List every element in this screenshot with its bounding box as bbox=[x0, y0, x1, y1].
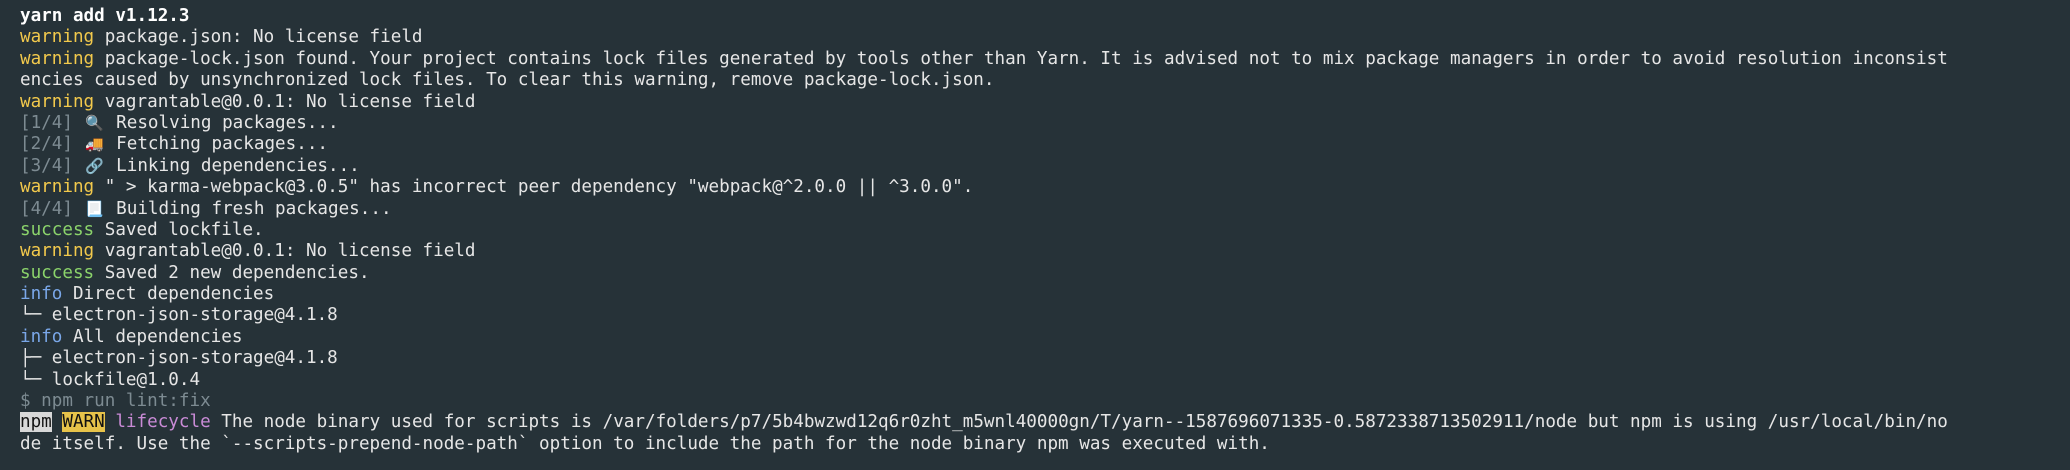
terminal-line-13: info Direct dependencies bbox=[20, 284, 275, 305]
terminal-line-0: yarn add v1.12.3 bbox=[20, 6, 190, 26]
terminal-line-9: [4/4] 📃 Building fresh packages... bbox=[20, 198, 392, 219]
magnifier-icon: 🔍 bbox=[85, 113, 104, 132]
terminal-line-12: success Saved 2 new dependencies. bbox=[20, 262, 370, 283]
link-icon: 🔗 bbox=[85, 156, 104, 175]
terminal-line-5: [1/4] 🔍 Resolving packages... bbox=[20, 112, 339, 133]
terminal-line-17: └─ lockfile@1.0.4 bbox=[20, 369, 201, 390]
terminal-line-6: [2/4] 🚚 Fetching packages... bbox=[20, 134, 329, 155]
terminal-line-15: info All dependencies bbox=[20, 326, 243, 347]
terminal-line-10: success Saved lockfile. bbox=[20, 219, 264, 240]
terminal-line-7: [3/4] 🔗 Linking dependencies... bbox=[20, 155, 360, 176]
npm-badge: npm bbox=[20, 412, 52, 433]
terminal-line-8: warning " > karma-webpack@3.0.5" has inc… bbox=[20, 177, 974, 198]
terminal-line-11: warning vagrantable@0.0.1: No license fi… bbox=[20, 241, 476, 262]
truck-icon: 🚚 bbox=[85, 135, 104, 154]
terminal-line-2: warning package-lock.json found. Your pr… bbox=[20, 48, 1948, 69]
terminal-line-4: warning vagrantable@0.0.1: No license fi… bbox=[20, 91, 476, 112]
terminal-line-19: npm WARN lifecycle The node binary used … bbox=[20, 412, 1948, 433]
terminal-line-14: └─ electron-json-storage@4.1.8 bbox=[20, 305, 338, 326]
terminal-line-16: ├─ electron-json-storage@4.1.8 bbox=[20, 348, 338, 369]
terminal-line-18: $ npm run lint:fix bbox=[20, 391, 211, 412]
terminal-line-1: warning package.json: No license field bbox=[20, 27, 423, 48]
terminal-line-20: de itself. Use the `--scripts-prepend-no… bbox=[20, 433, 1270, 454]
terminal-window[interactable]: yarn add v1.12.3 warning package.json: N… bbox=[0, 0, 2050, 470]
warn-badge: WARN bbox=[62, 412, 105, 433]
page-icon: 📃 bbox=[85, 199, 104, 218]
terminal-line-3: encies caused by unsynchronized lock fil… bbox=[20, 70, 995, 91]
